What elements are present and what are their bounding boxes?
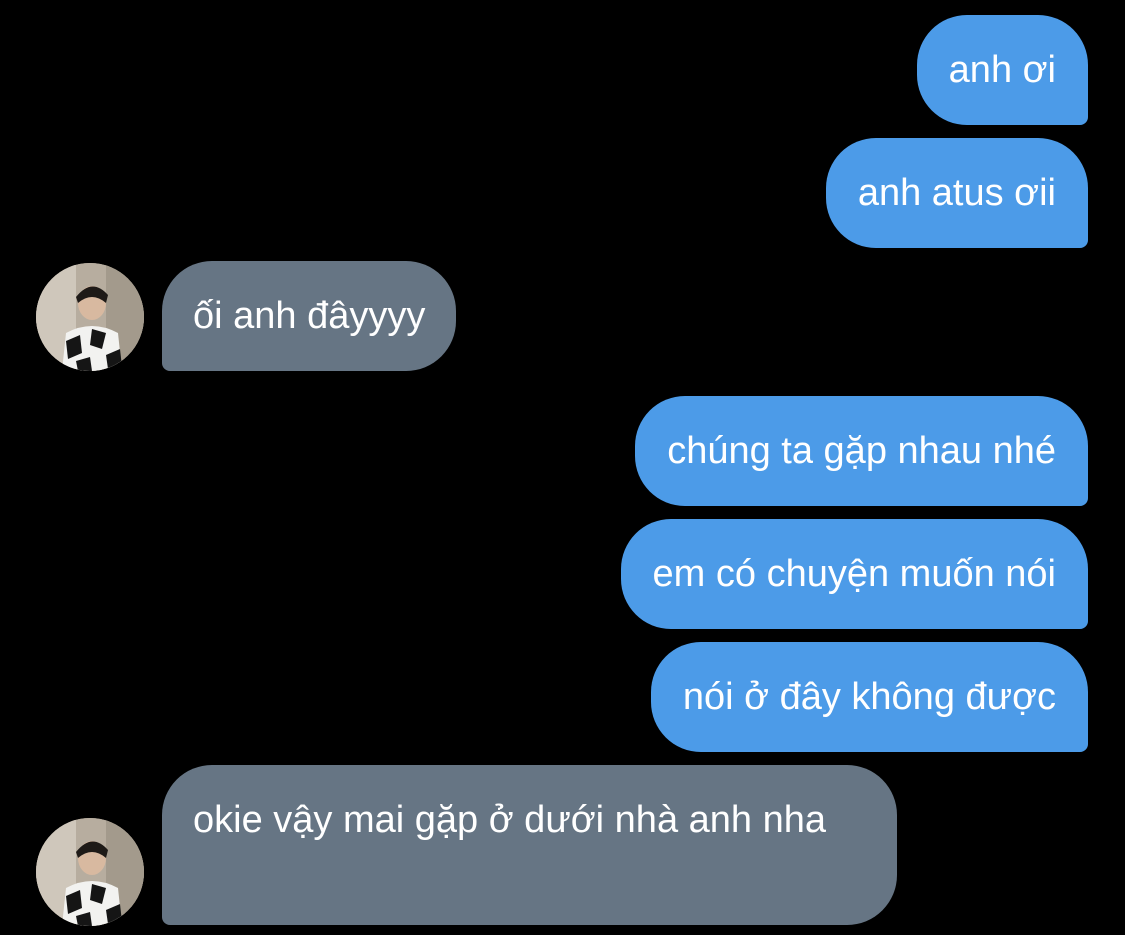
contact-avatar[interactable] <box>36 263 144 371</box>
incoming-message-bubble[interactable]: ối anh đâyyyy <box>162 261 457 371</box>
outgoing-message-bubble[interactable]: anh atus ơii <box>825 138 1088 248</box>
avatar-photo-icon <box>36 818 144 926</box>
message-text: em có chuyện muốn nói <box>652 553 1056 595</box>
message-text: ối anh đâyyyy <box>193 295 426 337</box>
message-text: anh ơi <box>948 49 1056 91</box>
message-text: chúng ta gặp nhau nhé <box>667 430 1056 472</box>
avatar-photo-icon <box>36 263 144 371</box>
outgoing-message-bubble[interactable]: nói ở đây không được <box>650 642 1088 752</box>
contact-avatar[interactable] <box>36 818 144 926</box>
outgoing-message-bubble[interactable]: chúng ta gặp nhau nhé <box>635 396 1088 506</box>
outgoing-message-bubble[interactable]: anh ơi <box>916 15 1088 125</box>
message-text: nói ở đây không được <box>682 676 1056 718</box>
incoming-message-bubble[interactable]: okie vậy mai gặp ở dưới nhà anh nha <box>162 765 897 925</box>
message-text: anh atus ơii <box>857 172 1056 214</box>
chat-thread: anh ơi anh atus ơii ối anh đâyyyy chúng … <box>0 0 1125 935</box>
message-text: okie vậy mai gặp ở dưới nhà anh nha <box>193 799 826 841</box>
outgoing-message-bubble[interactable]: em có chuyện muốn nói <box>620 519 1088 629</box>
